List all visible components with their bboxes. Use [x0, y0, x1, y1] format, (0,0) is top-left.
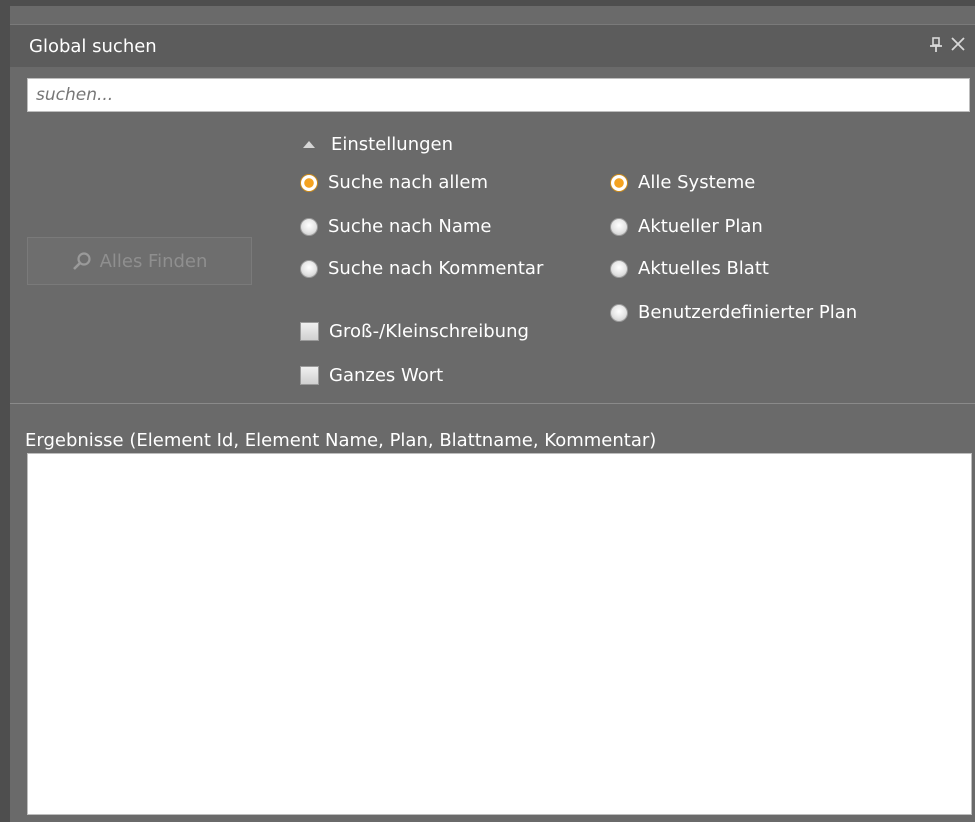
panel-title: Global suchen [29, 36, 157, 57]
radio-label: Suche nach allem [328, 172, 489, 193]
checkbox-case-sensitive[interactable]: Groß-/Kleinschreibung [300, 321, 529, 342]
pin-icon[interactable] [929, 37, 943, 53]
radio-current-sheet[interactable]: Aktuelles Blatt [610, 258, 769, 279]
divider [10, 403, 975, 404]
radio-search-comment[interactable]: Suche nach Kommentar [300, 258, 543, 279]
radio-current-plan[interactable]: Aktueller Plan [610, 216, 763, 237]
global-search-panel: Global suchen Alles Finden Einstel [10, 6, 975, 822]
collapse-arrow-icon [303, 140, 315, 148]
results-list[interactable] [27, 453, 972, 815]
radio-search-name[interactable]: Suche nach Name [300, 216, 492, 237]
radio-label: Aktuelles Blatt [638, 258, 769, 279]
radio-custom-plan[interactable]: Benutzerdefinierter Plan [610, 302, 857, 323]
radio-button[interactable] [610, 173, 628, 192]
radio-label: Suche nach Name [328, 216, 492, 237]
settings-toggle[interactable]: Einstellungen [303, 131, 453, 157]
radio-button[interactable] [610, 217, 628, 236]
search-input[interactable] [27, 78, 970, 112]
radio-button[interactable] [610, 259, 628, 278]
radio-label: Aktueller Plan [638, 216, 763, 237]
radio-all-systems[interactable]: Alle Systeme [610, 172, 755, 193]
checkbox-whole-word[interactable]: Ganzes Wort [300, 365, 443, 386]
radio-label: Alle Systeme [638, 172, 756, 193]
window-left-edge [0, 0, 10, 822]
radio-label: Suche nach Kommentar [328, 258, 544, 279]
find-all-button[interactable]: Alles Finden [27, 237, 252, 285]
checkbox-label: Ganzes Wort [329, 365, 444, 386]
find-all-button-label: Alles Finden [99, 250, 208, 272]
radio-button[interactable] [300, 173, 318, 192]
radio-button[interactable] [610, 303, 628, 322]
checkbox[interactable] [300, 366, 319, 385]
radio-button[interactable] [300, 259, 318, 278]
checkbox-label: Groß-/Kleinschreibung [329, 321, 529, 342]
settings-label: Einstellungen [331, 133, 454, 155]
close-icon[interactable] [949, 35, 967, 53]
radio-button[interactable] [300, 217, 318, 236]
checkbox[interactable] [300, 322, 319, 341]
title-bar: Global suchen [10, 24, 975, 67]
results-label: Ergebnisse (Element Id, Element Name, Pl… [25, 430, 657, 451]
radio-label: Benutzerdefinierter Plan [638, 302, 858, 323]
radio-search-all[interactable]: Suche nach allem [300, 172, 488, 193]
search-icon [72, 251, 92, 271]
